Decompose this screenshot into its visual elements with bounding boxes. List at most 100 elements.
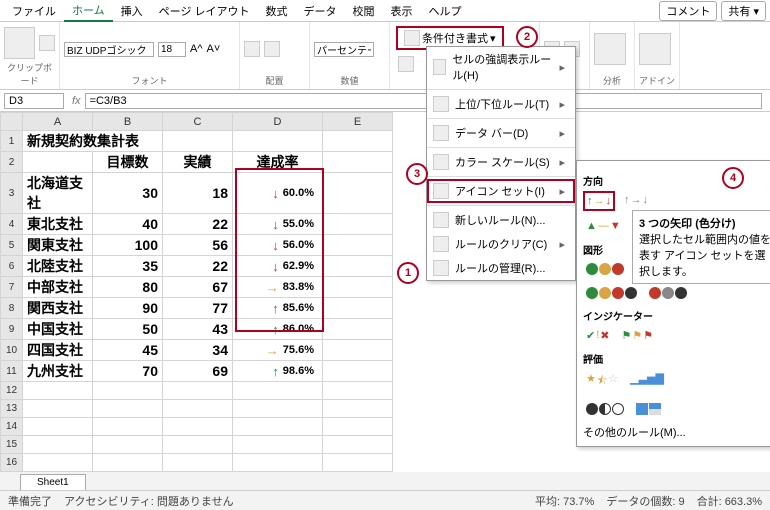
rate-cell[interactable]: →83.8% — [233, 277, 323, 298]
number-format-input[interactable] — [314, 42, 374, 57]
actual-cell[interactable]: 56 — [163, 235, 233, 256]
decrease-font-icon[interactable]: A˅ — [207, 43, 221, 55]
col-B[interactable]: B — [93, 113, 163, 131]
rate-cell[interactable]: ↑98.6% — [233, 361, 323, 382]
gallery-more-rules[interactable]: その他のルール(M)... — [583, 424, 769, 440]
cf-toprules[interactable]: 上位/下位ルール(T)▸ — [427, 92, 575, 116]
tab-help[interactable]: ヘルプ — [421, 1, 470, 21]
tab-formulas[interactable]: 数式 — [258, 1, 296, 21]
rate-cell[interactable]: ↓55.0% — [233, 214, 323, 235]
col-C[interactable]: C — [163, 113, 233, 131]
share-button[interactable]: 共有 ▾ — [721, 1, 766, 21]
paste-icon[interactable] — [4, 27, 35, 59]
sheet-tab[interactable]: Sheet1 — [20, 474, 86, 490]
tab-home[interactable]: ホーム — [64, 0, 113, 22]
branch-cell[interactable]: 四国支社 — [23, 340, 93, 361]
cf-databars[interactable]: データ バー(D)▸ — [427, 121, 575, 145]
cf-colorscales[interactable]: カラー スケール(S)▸ — [427, 150, 575, 174]
iconsets-icon — [433, 183, 449, 199]
iconset-3flags[interactable]: ⚑⚑⚑ — [619, 326, 657, 345]
target-cell[interactable]: 45 — [93, 340, 163, 361]
iconset-5boxes[interactable] — [633, 400, 664, 418]
iconset-5quarters[interactable] — [583, 400, 627, 418]
rate-cell[interactable]: →75.6% — [233, 340, 323, 361]
tab-view[interactable]: 表示 — [383, 1, 421, 21]
target-cell[interactable]: 30 — [93, 173, 163, 214]
cf-iconsets[interactable]: アイコン セット(I)▸ — [427, 179, 575, 203]
cut-icon[interactable] — [39, 35, 55, 51]
target-cell[interactable]: 100 — [93, 235, 163, 256]
iconset-3symbols[interactable]: ✔!✖ — [583, 326, 613, 345]
iconset-3arrows-gray[interactable]: ↑→↓ — [621, 191, 651, 211]
branch-cell[interactable]: 中部支社 — [23, 277, 93, 298]
databars-icon — [433, 125, 449, 141]
tab-insert[interactable]: 挿入 — [113, 1, 151, 21]
target-cell[interactable]: 80 — [93, 277, 163, 298]
actual-cell[interactable]: 22 — [163, 214, 233, 235]
font-size-input[interactable] — [158, 42, 186, 57]
target-cell[interactable]: 40 — [93, 214, 163, 235]
branch-cell[interactable]: 中国支社 — [23, 319, 93, 340]
cf-manage[interactable]: ルールの管理(R)... — [427, 256, 575, 280]
actual-cell[interactable]: 18 — [163, 173, 233, 214]
manage-icon — [433, 260, 449, 276]
iconset-3arrows-colored[interactable]: ↑→↓ — [583, 191, 615, 211]
font-name-input[interactable] — [64, 42, 154, 57]
insert-cells-icon[interactable] — [398, 56, 414, 72]
arrow-icon: ↓ — [272, 186, 279, 201]
target-cell[interactable]: 70 — [93, 361, 163, 382]
iconset-5bars[interactable]: ▁▃▅▇ — [627, 369, 667, 394]
iconset-3triangles[interactable]: ▲—▼ — [583, 217, 624, 236]
actual-cell[interactable]: 77 — [163, 298, 233, 319]
rate-cell[interactable]: ↓60.0% — [233, 173, 323, 214]
branch-cell[interactable]: 北海道支社 — [23, 173, 93, 214]
wrap-icon[interactable] — [264, 41, 280, 57]
target-cell[interactable]: 35 — [93, 256, 163, 277]
cf-newrule[interactable]: 新しいルール(N)... — [427, 208, 575, 232]
iconset-3stars[interactable]: ★⯪☆ — [583, 369, 621, 394]
addin-icon[interactable] — [639, 33, 671, 65]
group-analysis: 分析 — [594, 74, 630, 87]
title-cell[interactable]: 新規契約数集計表 — [23, 131, 163, 152]
rate-cell[interactable]: ↑86.0% — [233, 319, 323, 340]
actual-cell[interactable]: 67 — [163, 277, 233, 298]
align-icon[interactable] — [244, 41, 260, 57]
rate-cell[interactable]: ↑85.6% — [233, 298, 323, 319]
tab-data[interactable]: データ — [296, 1, 345, 21]
branch-cell[interactable]: 関東支社 — [23, 235, 93, 256]
iconset-3trafficlights[interactable] — [583, 260, 627, 278]
cf-clear[interactable]: ルールのクリア(C)▸ — [427, 232, 575, 256]
increase-font-icon[interactable]: A^ — [190, 43, 203, 55]
actual-cell[interactable]: 22 — [163, 256, 233, 277]
actual-cell[interactable]: 34 — [163, 340, 233, 361]
rate-cell[interactable]: ↓56.0% — [233, 235, 323, 256]
branch-cell[interactable]: 北陸支社 — [23, 256, 93, 277]
tab-review[interactable]: 校閲 — [345, 1, 383, 21]
colorscales-icon — [433, 154, 449, 170]
name-box[interactable] — [4, 93, 64, 109]
comments-button[interactable]: コメント — [659, 1, 717, 21]
branch-cell[interactable]: 東北支社 — [23, 214, 93, 235]
target-cell[interactable]: 50 — [93, 319, 163, 340]
actual-cell[interactable]: 43 — [163, 319, 233, 340]
branch-cell[interactable]: 九州支社 — [23, 361, 93, 382]
iconset-redtoblack[interactable] — [646, 284, 690, 302]
rate-cell[interactable]: ↓62.9% — [233, 256, 323, 277]
status-count: データの個数: 9 — [606, 493, 684, 509]
iconset-4trafficlights[interactable] — [583, 284, 640, 302]
actual-cell[interactable]: 69 — [163, 361, 233, 382]
target-cell[interactable]: 90 — [93, 298, 163, 319]
fx-icon[interactable]: fx — [68, 95, 85, 107]
col-E[interactable]: E — [323, 113, 393, 131]
col-A[interactable]: A — [23, 113, 93, 131]
arrow-icon: ↑ — [272, 364, 279, 379]
tab-file[interactable]: ファイル — [4, 1, 64, 21]
tab-pagelayout[interactable]: ページ レイアウト — [151, 1, 258, 21]
annotation-3: 3 — [406, 163, 428, 185]
cf-icon — [404, 30, 420, 46]
branch-cell[interactable]: 関西支社 — [23, 298, 93, 319]
formula-input[interactable] — [85, 93, 762, 109]
col-D[interactable]: D — [233, 113, 323, 131]
cf-highlight[interactable]: セルの強調表示ルール(H)▸ — [427, 47, 575, 87]
analysis-icon[interactable] — [594, 33, 626, 65]
